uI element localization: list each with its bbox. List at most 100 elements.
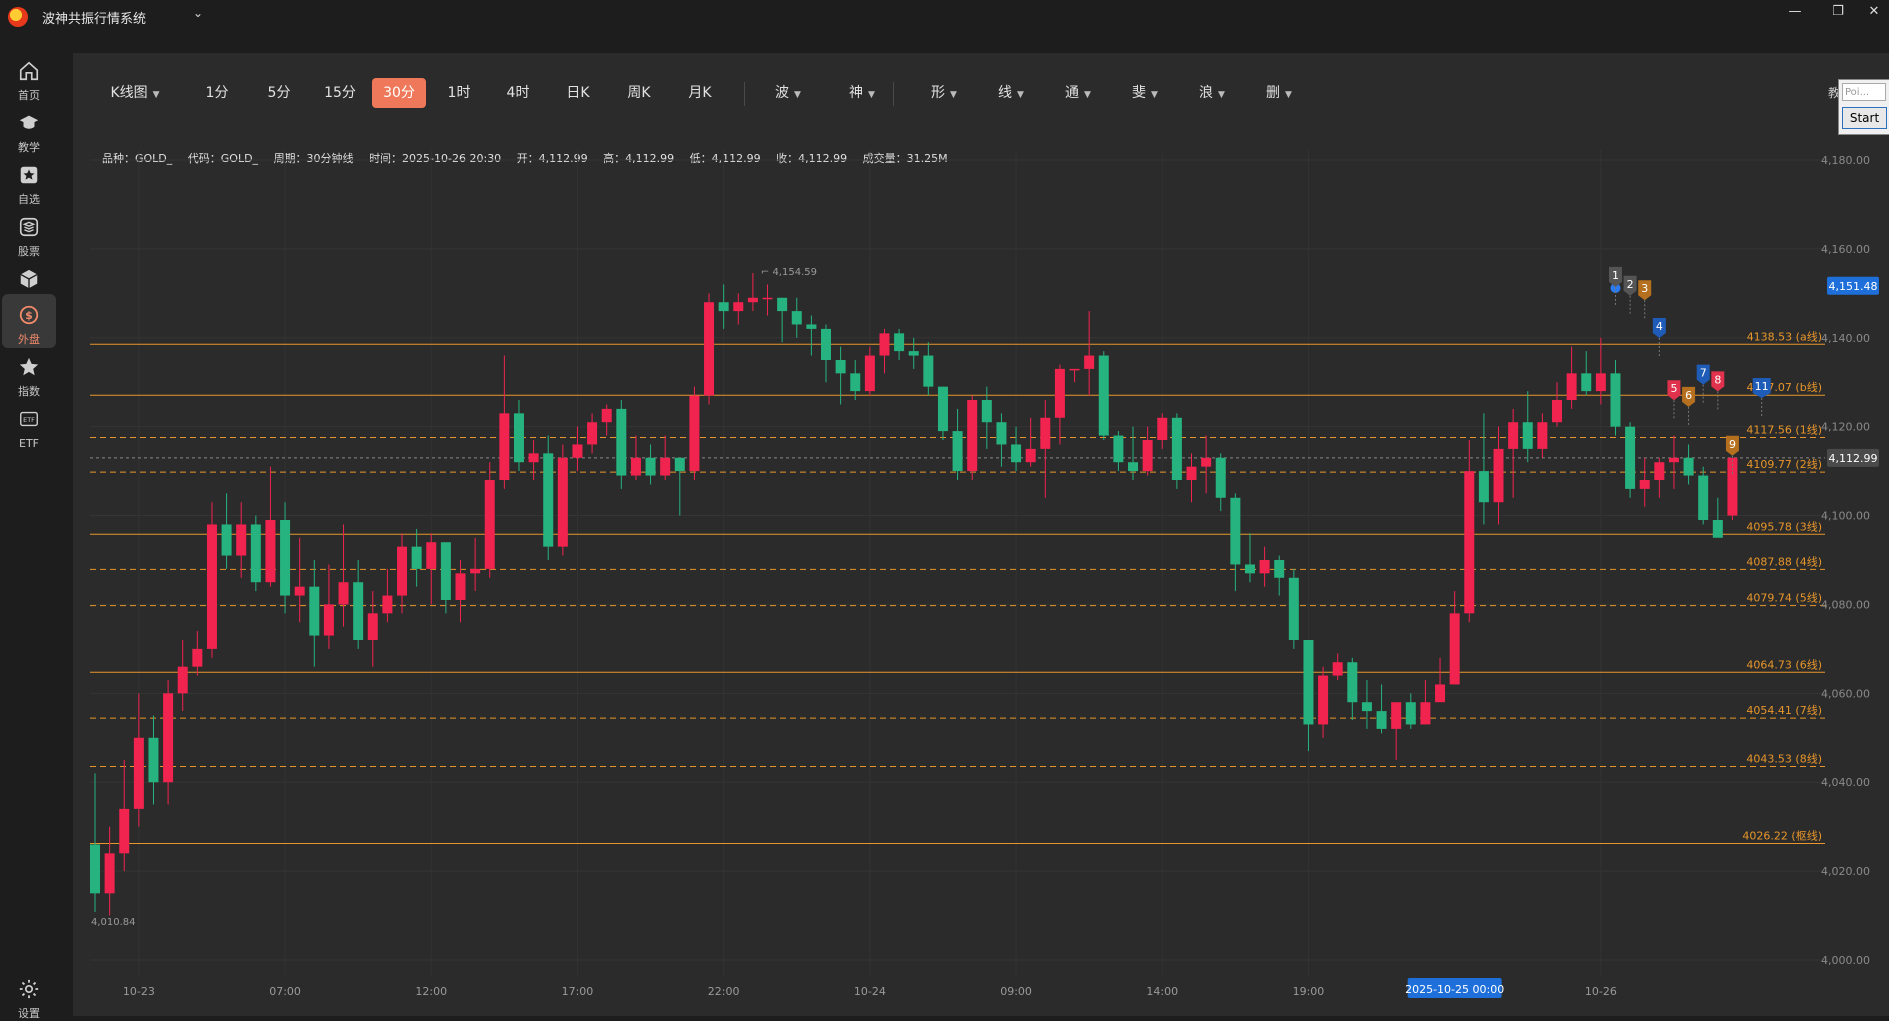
candle[interactable] [733,293,744,325]
wave-marker[interactable]: 11 [1752,378,1771,418]
candle[interactable] [1113,431,1124,472]
candle[interactable] [397,533,408,614]
candle[interactable] [864,346,875,396]
candle[interactable] [1084,311,1095,396]
candle[interactable] [1552,382,1562,427]
candle[interactable] [981,386,992,449]
candle[interactable] [572,426,583,472]
candle[interactable] [1347,657,1358,720]
wave-marker[interactable]: 8 [1711,371,1725,412]
candle[interactable] [630,435,641,480]
candle[interactable] [1405,693,1416,729]
start-button[interactable]: Start [1842,107,1887,129]
candle[interactable] [1318,666,1329,738]
candle[interactable] [1493,426,1504,525]
candle[interactable] [821,324,831,383]
candle[interactable] [1478,413,1489,525]
candle[interactable] [1171,413,1182,489]
candle[interactable] [1303,640,1314,752]
candle[interactable] [937,386,948,440]
candle[interactable] [411,528,422,587]
candle[interactable] [674,457,685,516]
candle[interactable] [440,542,451,614]
candle[interactable] [1391,702,1402,760]
candle[interactable] [206,502,217,658]
candle[interactable] [1244,533,1255,583]
candle[interactable] [1522,391,1533,463]
candle[interactable] [1625,422,1636,498]
candle[interactable] [1128,426,1139,480]
candle[interactable] [177,640,188,712]
candle[interactable] [791,297,802,338]
candle[interactable] [119,760,130,872]
candle[interactable] [1537,413,1548,458]
candle[interactable] [557,444,568,556]
candle[interactable] [587,413,598,454]
wave-marker[interactable]: 5 [1667,380,1681,421]
candle[interactable] [1011,426,1022,472]
candle[interactable] [747,272,758,312]
candle[interactable] [1230,493,1241,592]
candle[interactable] [513,400,524,472]
candle[interactable] [645,444,656,485]
candle[interactable] [850,360,861,400]
candle[interactable] [382,568,393,623]
candle[interactable] [835,346,846,405]
candle[interactable] [762,284,773,316]
candle[interactable] [1435,657,1446,703]
candle[interactable] [499,355,510,489]
candle[interactable] [894,328,905,360]
candle[interactable] [1361,680,1372,729]
candle[interactable] [689,386,700,480]
candle[interactable] [908,337,919,369]
candle[interactable] [323,564,334,649]
candle[interactable] [1595,337,1606,405]
candle[interactable] [1098,351,1109,440]
candle[interactable] [1683,444,1694,485]
candle[interactable] [1274,555,1285,596]
candle[interactable] [484,462,495,578]
candle[interactable] [923,342,934,396]
candle[interactable] [294,537,305,623]
candle[interactable] [1464,440,1475,623]
candle[interactable] [1698,466,1709,525]
candle[interactable] [236,502,247,578]
candle[interactable] [1376,684,1387,734]
candle[interactable] [1420,680,1431,725]
candle[interactable] [528,440,539,480]
candle[interactable] [104,826,115,916]
candle[interactable] [163,680,174,805]
candle[interactable] [221,493,232,569]
candle[interactable] [367,591,378,667]
candle[interactable] [777,297,788,343]
candle[interactable] [718,284,729,329]
candle[interactable] [338,524,349,627]
candle[interactable] [426,533,437,605]
candle[interactable] [1332,653,1343,680]
candle[interactable] [1654,457,1665,498]
candle[interactable] [1040,400,1051,498]
candle[interactable] [1054,364,1065,445]
candle[interactable] [660,435,671,480]
candle[interactable] [1639,457,1650,507]
wave-marker[interactable]: 7 [1696,364,1710,405]
candle[interactable] [1025,417,1036,467]
candle[interactable] [148,715,159,805]
candle[interactable] [1566,346,1577,409]
candle[interactable] [806,315,817,356]
point-input[interactable]: Poi... [1842,83,1886,101]
candle[interactable] [1069,368,1080,383]
candle[interactable] [879,328,890,374]
candle[interactable] [1668,435,1679,489]
candle[interactable] [616,400,627,489]
candle[interactable] [1581,351,1592,396]
candle[interactable] [1157,413,1168,449]
candlestick-chart[interactable]: 4138.53 (a线)4127.07 (b线)4117.56 (1线)4109… [0,0,1889,1016]
candle[interactable] [601,404,612,436]
candle[interactable] [1259,546,1270,587]
candle[interactable] [1288,568,1299,649]
candle[interactable] [543,435,554,560]
candle[interactable] [265,466,276,587]
candle[interactable] [1201,435,1212,494]
candle[interactable] [1727,457,1738,520]
